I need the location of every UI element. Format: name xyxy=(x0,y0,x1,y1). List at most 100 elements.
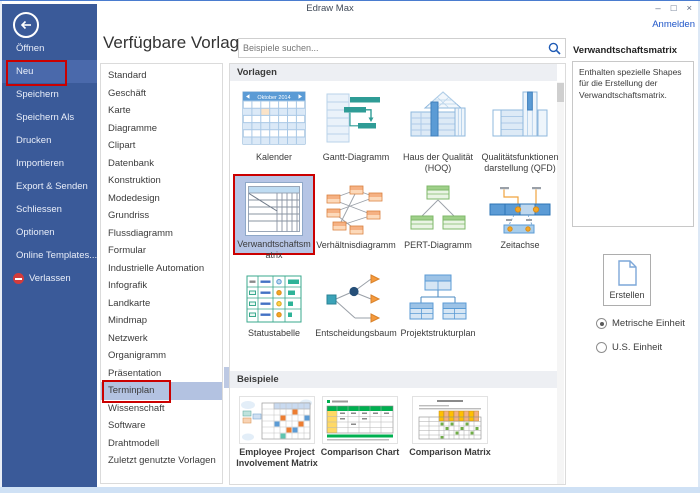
close-button[interactable]: × xyxy=(686,2,692,16)
sidebar-item-oeffnen[interactable]: Öffnen xyxy=(2,37,97,60)
minimize-button[interactable]: – xyxy=(655,2,660,16)
create-button-label: Erstellen xyxy=(609,290,645,300)
radio-button-metric[interactable] xyxy=(596,318,607,329)
example-comparison-matrix[interactable]: Comparison Matrix xyxy=(406,396,494,458)
svg-text:Oktober 2014: Oktober 2014 xyxy=(257,95,290,101)
category-netzwerk[interactable]: Netzwerk xyxy=(101,330,222,348)
template-verwandtschaftsmatrix-selected[interactable]: Verwandtschaftsmatrix xyxy=(233,174,315,260)
create-button[interactable]: Erstellen xyxy=(603,254,651,306)
kalender-icon: Oktober 2014 xyxy=(242,91,306,145)
category-terminplan[interactable]: Terminplan xyxy=(101,382,222,400)
category-formular[interactable]: Formular xyxy=(101,242,222,260)
category-geschaeft[interactable]: Geschäft xyxy=(101,85,222,103)
maximize-button[interactable]: □ xyxy=(671,2,677,16)
gantt-diagramm-icon xyxy=(326,93,380,143)
window-controls: – □ × xyxy=(655,1,692,16)
template-pert-diagramm[interactable]: PERT-Diagramm xyxy=(397,174,479,255)
category-modedesign[interactable]: Modedesign xyxy=(101,190,222,208)
radio-label: U.S. Einheit xyxy=(612,342,663,353)
template-description-box: Enthalten spezielle Shapes für die Erste… xyxy=(572,61,694,227)
category-clipart[interactable]: Clipart xyxy=(101,137,222,155)
category-karte[interactable]: Karte xyxy=(101,102,222,120)
template-zeitachse[interactable]: Zeitachse xyxy=(479,174,561,255)
sidebar-item-optionen[interactable]: Optionen xyxy=(2,221,97,244)
template-qfd[interactable]: Qualitätsfunktionendarstellung (QFD) xyxy=(479,86,561,175)
employee-matrix-thumbnail xyxy=(241,399,312,441)
edraw-backstage-window: Edraw Max – □ × Anmelden Öffnen Neu Spei… xyxy=(0,0,700,493)
category-datenbank[interactable]: Datenbank xyxy=(101,155,222,173)
zeitachse-icon xyxy=(489,187,551,234)
back-arrow-icon xyxy=(20,20,31,30)
search-box xyxy=(238,38,566,58)
category-industrielle-automation[interactable]: Industrielle Automation xyxy=(101,260,222,278)
templates-panel: Vorlagen Oktober 2014 Kalender Gantt-Dia… xyxy=(229,63,566,485)
template-projektstrukturplan[interactable]: Projektstrukturplan xyxy=(397,262,479,339)
template-description: Enthalten spezielle Shapes für die Erste… xyxy=(579,67,682,100)
template-kalender[interactable]: Oktober 2014 Kalender xyxy=(233,86,315,175)
sidebar-item-online-templates[interactable]: Online Templates... xyxy=(2,244,97,267)
sidebar-item-importieren[interactable]: Importieren xyxy=(2,152,97,175)
new-document-icon xyxy=(618,260,637,286)
category-organigramm[interactable]: Organigramm xyxy=(101,347,222,365)
sidebar-item-verlassen[interactable]: Verlassen xyxy=(2,267,97,290)
sidebar-item-schliessen[interactable]: Schliessen xyxy=(2,198,97,221)
sidebar-item-export-senden[interactable]: Export & Senden xyxy=(2,175,97,198)
signin-link[interactable]: Anmelden xyxy=(652,19,695,30)
category-standard[interactable]: Standard xyxy=(101,67,222,85)
search-input[interactable] xyxy=(239,43,548,53)
template-statustabelle[interactable]: Statustabelle xyxy=(233,262,315,339)
qfd-icon xyxy=(492,91,548,137)
unit-option-us[interactable]: U.S. Einheit xyxy=(596,342,662,353)
exit-icon xyxy=(13,273,24,284)
examples-section-header: Beispiele xyxy=(230,371,557,388)
statustabelle-icon xyxy=(246,275,302,323)
hoq-icon xyxy=(410,91,466,137)
template-verhaeltnisdiagramm[interactable]: Verhältnisdiagramm xyxy=(315,174,397,255)
window-title: Edraw Max xyxy=(306,3,354,14)
template-detail-title: Verwandtschaftsmatrix xyxy=(573,45,678,56)
template-row: Verwandtschaftsmatrix Verhältnisdiagramm… xyxy=(233,174,561,260)
back-button[interactable] xyxy=(13,12,39,38)
category-praesentation[interactable]: Präsentation xyxy=(101,365,222,383)
templates-section-header: Vorlagen xyxy=(230,64,557,81)
sidebar-item-speichern-als[interactable]: Speichern Als xyxy=(2,106,97,129)
template-entscheidungsbaum[interactable]: Entscheidungsbaum xyxy=(315,262,397,339)
category-mindmap[interactable]: Mindmap xyxy=(101,312,222,330)
search-icon[interactable] xyxy=(548,42,561,55)
unit-option-metric[interactable]: Metrische Einheit xyxy=(596,318,685,329)
category-infografik[interactable]: Infografik xyxy=(101,277,222,295)
category-software[interactable]: Software xyxy=(101,417,222,435)
category-wissenschaft[interactable]: Wissenschaft xyxy=(101,400,222,418)
template-row: Oktober 2014 Kalender Gantt-Diagramm Hau… xyxy=(233,86,561,175)
projektstrukturplan-icon xyxy=(409,274,467,320)
category-diagramme[interactable]: Diagramme xyxy=(101,120,222,138)
comparison-matrix-thumbnail xyxy=(418,400,482,440)
radio-button-us[interactable] xyxy=(596,342,607,353)
category-zuletzt-genutzte[interactable]: Zuletzt genutzte Vorlagen xyxy=(101,452,222,470)
sidebar-item-drucken[interactable]: Drucken xyxy=(2,129,97,152)
category-grundriss[interactable]: Grundriss xyxy=(101,207,222,225)
sidebar-menu: Öffnen Neu Speichern Speichern Als Druck… xyxy=(2,37,97,290)
example-comparison-chart[interactable]: Comparison Chart xyxy=(316,396,404,458)
pert-diagramm-icon xyxy=(410,185,466,230)
sidebar-item-speichern[interactable]: Speichern xyxy=(2,83,97,106)
template-gantt-diagramm[interactable]: Gantt-Diagramm xyxy=(315,86,397,175)
comparison-chart-thumbnail xyxy=(326,400,394,441)
category-panel: Standard Geschäft Karte Diagramme Clipar… xyxy=(100,63,223,484)
radio-label: Metrische Einheit xyxy=(612,318,685,329)
category-flussdiagramm[interactable]: Flussdiagramm xyxy=(101,225,222,243)
entscheidungsbaum-icon xyxy=(326,274,381,323)
sidebar-item-label: Verlassen xyxy=(29,273,71,284)
category-drahtmodell[interactable]: Drahtmodell xyxy=(101,435,222,453)
category-konstruktion[interactable]: Konstruktion xyxy=(101,172,222,190)
verwandtschaftsmatrix-icon xyxy=(248,186,300,232)
window-border-bottom xyxy=(0,487,700,493)
sidebar-item-neu[interactable]: Neu xyxy=(2,60,97,83)
category-landkarte[interactable]: Landkarte xyxy=(101,295,222,313)
titlebar: Edraw Max xyxy=(0,1,660,17)
sidebar: Öffnen Neu Speichern Speichern Als Druck… xyxy=(2,4,97,487)
example-employee-project-involvement-matrix[interactable]: Employee Project Involvement Matrix xyxy=(233,396,321,470)
template-haus-der-qualitaet[interactable]: Haus der Qualität (HOQ) xyxy=(397,86,479,175)
page-title: Verfügbare Vorlagen xyxy=(103,33,259,52)
template-row: Statustabelle Entscheidungsbaum Projekts… xyxy=(233,262,561,339)
